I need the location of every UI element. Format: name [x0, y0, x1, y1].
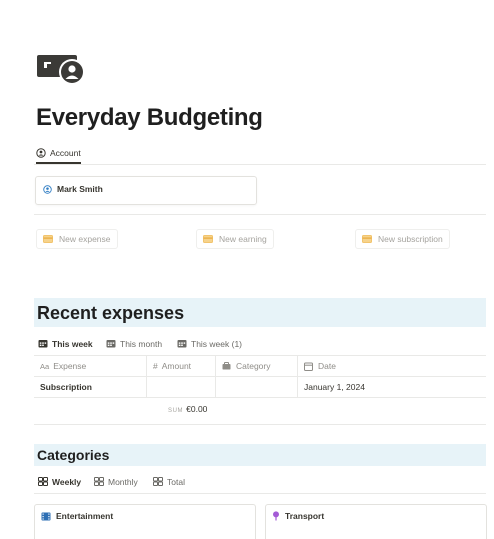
- column-header-category[interactable]: Category: [215, 356, 297, 376]
- page-tabs: Account: [34, 144, 486, 165]
- categories-view-tabs: Weekly Monthly Total: [34, 472, 486, 492]
- page-title: Everyday Budgeting: [36, 104, 263, 131]
- column-header-expense[interactable]: Aa Expense: [34, 356, 146, 376]
- tab-label: This week (1): [191, 338, 243, 349]
- account-name: Mark Smith: [57, 184, 103, 194]
- tab-label: This week: [52, 338, 93, 349]
- section-title: Recent expenses: [37, 303, 185, 323]
- cell-date[interactable]: January 1, 2024: [297, 377, 486, 397]
- expenses-view-tabs: This week This month This week (1): [34, 334, 486, 354]
- tab-label: Weekly: [52, 476, 82, 487]
- card-icon: [362, 235, 372, 243]
- amount-sum[interactable]: SUM €0.00: [168, 404, 207, 414]
- section-title: Categories: [37, 447, 110, 463]
- text-type-icon: Aa: [40, 361, 50, 371]
- column-label: Expense: [53, 361, 87, 371]
- divider: [34, 424, 486, 425]
- category-label: Entertainment: [56, 511, 114, 521]
- column-header-date[interactable]: Date: [297, 356, 486, 376]
- new-subscription-label: New subscription: [378, 234, 443, 244]
- recent-expenses-header: Recent expenses: [34, 298, 486, 327]
- tab-label: Monthly: [108, 476, 138, 487]
- card-icon: [43, 235, 53, 243]
- tab-monthly[interactable]: Monthly: [94, 472, 138, 491]
- tab-this-month[interactable]: This month: [106, 334, 162, 353]
- sum-value: €0.00: [186, 404, 208, 414]
- cell-amount[interactable]: [146, 377, 215, 397]
- tab-this-week-1[interactable]: This week (1): [177, 334, 242, 353]
- new-earning-label: New earning: [219, 234, 267, 244]
- number-type-icon: #: [153, 361, 158, 371]
- table-header-row: Aa Expense # Amount Category Date: [34, 356, 486, 377]
- grid-icon: [94, 477, 104, 486]
- new-earning-button[interactable]: New earning: [196, 229, 274, 249]
- tab-weekly[interactable]: Weekly: [38, 472, 81, 491]
- tab-total[interactable]: Total: [153, 472, 185, 491]
- tab-this-week[interactable]: This week: [38, 334, 93, 353]
- new-expense-button[interactable]: New expense: [36, 229, 118, 249]
- new-subscription-button[interactable]: New subscription: [355, 229, 450, 249]
- grid-icon: [38, 477, 48, 486]
- category-card-entertainment[interactable]: Entertainment: [34, 504, 256, 539]
- calendar-icon: [177, 339, 187, 348]
- tab-label: Account: [50, 148, 81, 158]
- cell-expense[interactable]: Subscription: [34, 377, 146, 397]
- grid-icon: [153, 477, 163, 486]
- cell-category[interactable]: [215, 377, 297, 397]
- tab-label: This month: [120, 338, 163, 349]
- new-expense-label: New expense: [59, 234, 111, 244]
- pin-icon: [272, 511, 280, 521]
- account-card[interactable]: Mark Smith: [35, 176, 257, 205]
- film-icon: [41, 512, 51, 521]
- tab-account[interactable]: Account: [36, 144, 81, 164]
- sum-label: SUM: [168, 408, 184, 414]
- banknote-icon[interactable]: [37, 52, 91, 88]
- table-row[interactable]: Subscription January 1, 2024: [34, 377, 486, 398]
- tag-icon: [222, 362, 231, 370]
- card-icon: [203, 235, 213, 243]
- category-card-transport[interactable]: Transport: [265, 504, 487, 539]
- user-circle-icon: [43, 184, 52, 194]
- column-label: Date: [318, 361, 336, 371]
- calendar-outline-icon: [304, 362, 313, 371]
- categories-header: Categories: [34, 444, 486, 466]
- column-header-amount[interactable]: # Amount: [146, 356, 215, 376]
- tab-label: Total: [167, 476, 185, 487]
- calendar-icon: [38, 339, 48, 348]
- divider: [34, 214, 486, 215]
- column-label: Category: [236, 361, 271, 371]
- category-label: Transport: [285, 511, 325, 521]
- column-label: Amount: [161, 361, 192, 371]
- calendar-icon: [106, 339, 116, 348]
- divider: [34, 493, 486, 494]
- user-circle-icon: [36, 148, 46, 158]
